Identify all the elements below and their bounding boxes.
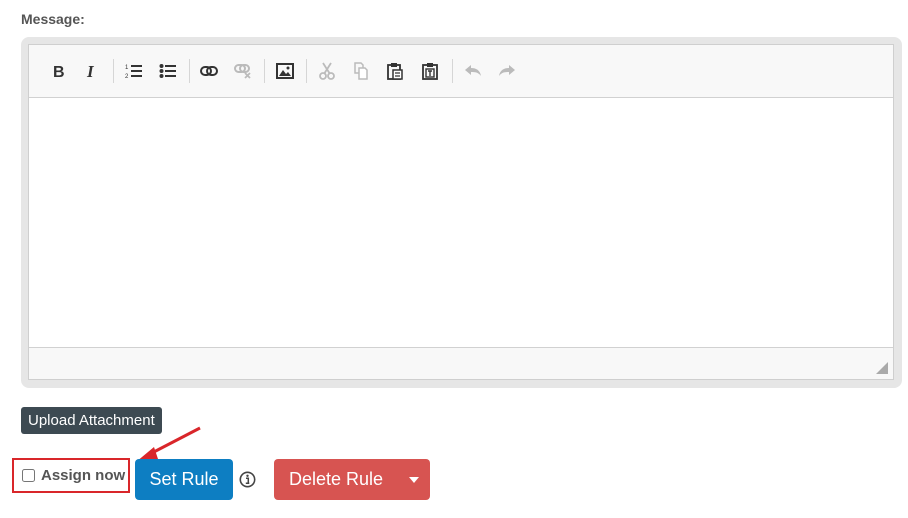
svg-text:B: B [53, 64, 65, 79]
link-icon [200, 66, 218, 76]
assign-now-label[interactable]: Assign now [41, 467, 125, 484]
italic-button[interactable]: I [78, 58, 104, 84]
editor-toolbar: B I 1 2 [29, 45, 893, 98]
info-icon[interactable] [239, 471, 256, 488]
paste-icon [387, 63, 403, 80]
copy-icon [354, 62, 368, 80]
toolbar-separator [452, 59, 453, 83]
caret-down-icon [409, 476, 419, 483]
rich-text-editor: B I 1 2 [21, 37, 902, 388]
editor-content-area[interactable] [29, 98, 893, 348]
delete-rule-button-group: Delete Rule [274, 459, 430, 500]
set-rule-button[interactable]: Set Rule [135, 459, 233, 500]
copy-button[interactable] [348, 58, 374, 84]
toolbar-separator [189, 59, 190, 83]
link-button[interactable] [196, 58, 222, 84]
redo-button[interactable] [494, 58, 520, 84]
paste-text-button[interactable] [417, 58, 443, 84]
resize-handle-icon[interactable] [876, 362, 888, 374]
italic-icon: I [86, 63, 95, 79]
cut-button[interactable] [314, 58, 340, 84]
toolbar-separator [264, 59, 265, 83]
assign-now-highlight: Assign now [12, 458, 130, 493]
svg-text:I: I [86, 63, 95, 79]
paste-button[interactable] [382, 58, 408, 84]
redo-icon [499, 65, 515, 76]
delete-rule-dropdown-toggle[interactable] [398, 459, 430, 500]
svg-text:2: 2 [125, 74, 129, 79]
numbered-list-button[interactable]: 1 2 [121, 58, 147, 84]
scissors-icon [319, 62, 335, 80]
undo-button[interactable] [460, 58, 486, 84]
bulleted-list-icon [159, 64, 176, 78]
bold-button[interactable]: B [45, 58, 71, 84]
editor-container: B I 1 2 [28, 44, 894, 380]
unlink-button[interactable] [230, 58, 256, 84]
unlink-icon [234, 64, 251, 79]
svg-text:1: 1 [125, 65, 129, 71]
image-button[interactable] [272, 58, 298, 84]
numbered-list-icon: 1 2 [125, 65, 142, 79]
undo-icon [465, 65, 481, 76]
bulleted-list-button[interactable] [155, 58, 181, 84]
image-icon [276, 63, 294, 79]
toolbar-separator [113, 59, 114, 83]
delete-rule-button[interactable]: Delete Rule [274, 459, 398, 500]
editor-statusbar [29, 347, 893, 379]
paste-text-icon [422, 63, 438, 80]
bold-icon: B [53, 64, 65, 79]
assign-now-checkbox[interactable] [22, 469, 35, 482]
message-label: Message: [21, 11, 85, 27]
toolbar-separator [306, 59, 307, 83]
